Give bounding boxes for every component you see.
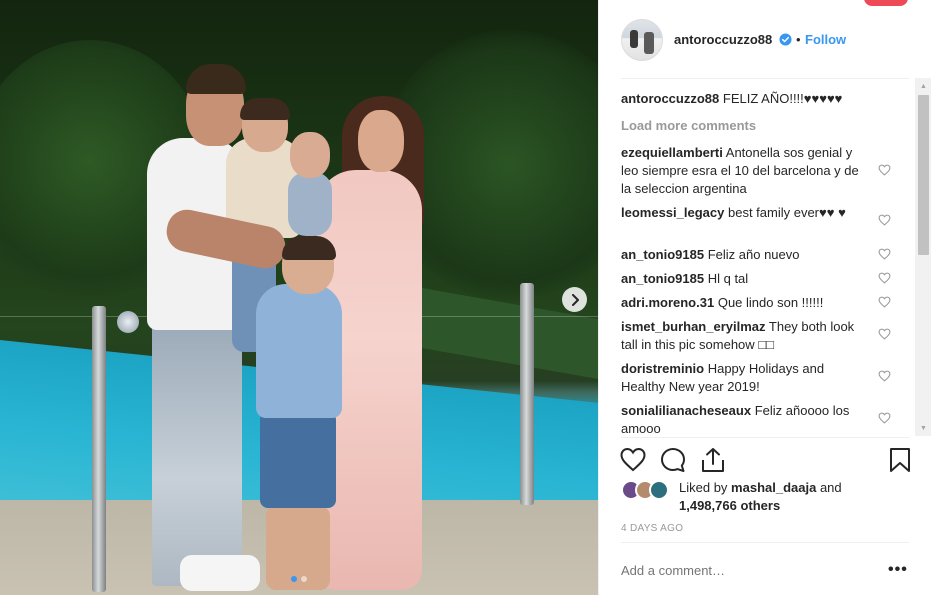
liker-username[interactable]: mashal_daaja	[731, 480, 816, 495]
follow-button[interactable]: Follow	[805, 32, 846, 47]
comment-username[interactable]: ezequiellamberti	[621, 145, 723, 160]
comment-text: FELIZ AÑO!!!!♥♥♥♥♥	[722, 91, 843, 106]
divider	[621, 437, 909, 438]
carousel-dot	[301, 576, 307, 582]
comments-list[interactable]: antoroccuzzo88 FELIZ AÑO!!!!♥♥♥♥♥ Load m…	[621, 84, 909, 436]
comment-username[interactable]: antoroccuzzo88	[621, 91, 719, 106]
comment-username[interactable]: adri.moreno.31	[621, 295, 714, 310]
liker-avatars[interactable]	[621, 480, 675, 502]
toddler-hair	[240, 98, 290, 120]
comment-item: an_tonio9185 Hl q tal	[621, 270, 891, 288]
boy-hair	[282, 236, 336, 260]
woman-face	[358, 110, 404, 172]
comment-text: Feliz año nuevo	[707, 247, 800, 262]
post-side-panel: antoroccuzzo88 • Follow antoroccuzzo88 F…	[598, 0, 931, 595]
baby-body	[288, 172, 332, 236]
verified-badge-icon	[779, 33, 792, 46]
carousel-next-button[interactable]	[562, 287, 587, 312]
comments-scrollbar[interactable]: ▲ ▼	[915, 78, 931, 436]
comment-text: best family ever♥♥ ♥	[727, 205, 846, 220]
author-username[interactable]: antoroccuzzo88	[674, 32, 772, 47]
comment-item: leomessi_legacy best family ever♥♥ ♥	[621, 204, 871, 222]
man-shoes	[180, 555, 260, 591]
like-comment-heart-icon[interactable]	[878, 214, 891, 226]
share-upload-icon[interactable]	[699, 446, 727, 474]
comment-text: Hl q tal	[707, 271, 749, 286]
comment-item: adri.moreno.31 Que lindo son !!!!!!	[621, 294, 891, 312]
like-comment-heart-icon[interactable]	[878, 370, 891, 382]
load-more-comments-button[interactable]: Load more comments	[621, 118, 756, 133]
chevron-right-icon	[571, 293, 579, 306]
comment-username[interactable]: doristreminio	[621, 361, 704, 376]
header-separator: •	[796, 32, 801, 47]
comment-item: ismet_burhan_eryilmaz They both look tal…	[621, 318, 871, 354]
baby-face	[290, 132, 330, 178]
post-photo[interactable]	[0, 0, 598, 595]
comment-item: sonialilianacheseaux Feliz añoooo los am…	[621, 402, 871, 436]
comment-item: doristreminio Happy Holidays and Healthy…	[621, 360, 871, 396]
scrollbar-thumb[interactable]	[918, 95, 929, 255]
post-header: antoroccuzzo88 • Follow	[599, 0, 931, 80]
avatar[interactable]	[621, 19, 663, 61]
fence-post	[92, 306, 106, 592]
post-timestamp[interactable]: 4 DAYS AGO	[621, 523, 683, 534]
divider	[621, 542, 909, 543]
caption: antoroccuzzo88 FELIZ AÑO!!!!♥♥♥♥♥	[621, 90, 891, 108]
likes-joiner: and	[819, 480, 842, 495]
comment-username[interactable]: an_tonio9185	[621, 271, 704, 286]
carousel-indicator	[0, 576, 598, 582]
likes-count[interactable]: 1,498,766 others	[679, 498, 780, 513]
comment-item: an_tonio9185 Feliz año nuevo	[621, 246, 891, 264]
like-heart-icon[interactable]	[619, 446, 647, 474]
more-options-icon[interactable]: •••	[888, 561, 908, 579]
likes-prefix: Liked by	[679, 480, 728, 495]
like-comment-heart-icon[interactable]	[878, 412, 891, 424]
carousel-dot-active	[291, 576, 297, 582]
comment-username[interactable]: ismet_burhan_eryilmaz	[621, 319, 766, 334]
divider	[621, 78, 909, 79]
garden-lamp	[117, 311, 139, 333]
man-hair	[186, 64, 246, 94]
like-comment-heart-icon[interactable]	[878, 328, 891, 340]
scroll-up-arrow-icon[interactable]: ▲	[915, 78, 931, 94]
likes-summary[interactable]: Liked by mashal_daaja and 1,498,766 othe…	[679, 479, 889, 515]
man-jeans	[152, 318, 242, 586]
comment-item: ezequiellamberti Antonella sos genial y …	[621, 144, 871, 198]
scroll-down-arrow-icon[interactable]: ▼	[915, 420, 931, 436]
comment-username[interactable]: an_tonio9185	[621, 247, 704, 262]
save-bookmark-icon[interactable]	[886, 446, 914, 474]
boy-blue-shirt	[256, 284, 342, 418]
like-comment-heart-icon[interactable]	[878, 272, 891, 284]
comment-text: Que lindo son !!!!!!	[717, 295, 824, 310]
comment-username[interactable]: sonialilianacheseaux	[621, 403, 751, 418]
like-comment-heart-icon[interactable]	[878, 164, 891, 176]
add-comment-input[interactable]	[621, 563, 871, 578]
avatar	[649, 480, 669, 500]
boy-denim-shorts	[260, 412, 336, 508]
like-comment-heart-icon[interactable]	[878, 296, 891, 308]
like-comment-heart-icon[interactable]	[878, 248, 891, 260]
comment-bubble-icon[interactable]	[659, 446, 687, 474]
fence-post	[520, 283, 534, 505]
comment-username[interactable]: leomessi_legacy	[621, 205, 724, 220]
